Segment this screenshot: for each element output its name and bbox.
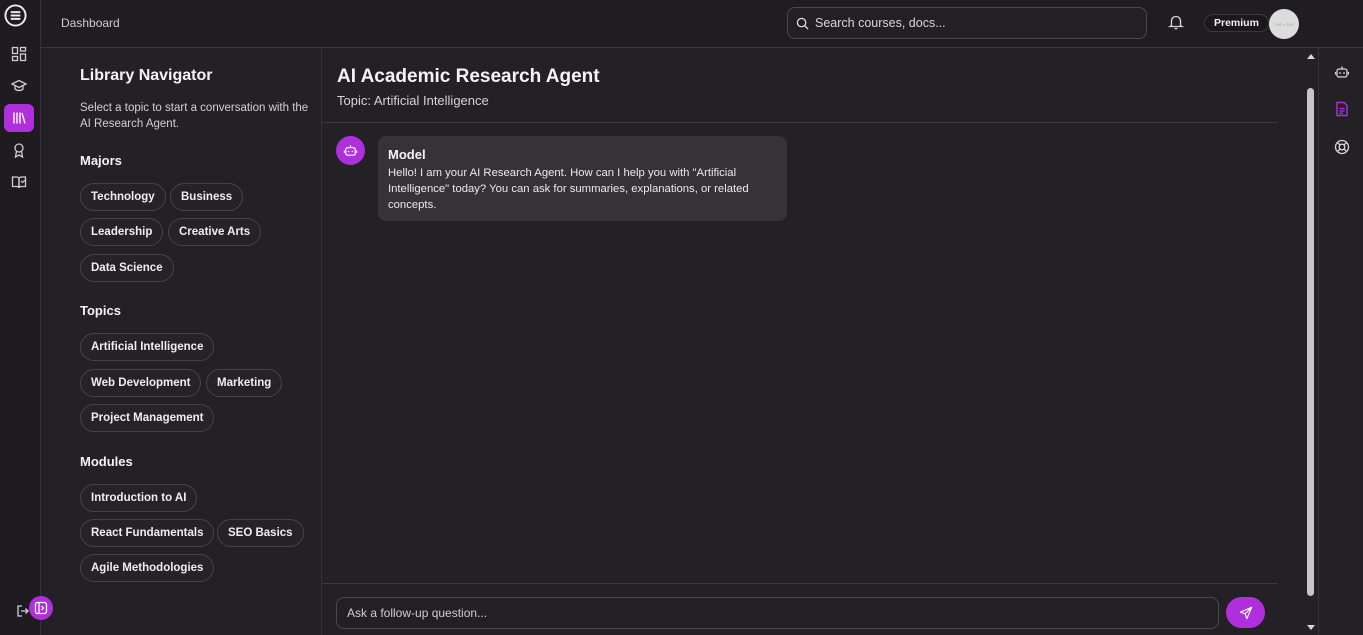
document-icon[interactable]	[1333, 100, 1351, 118]
chip-business[interactable]: Business	[170, 183, 244, 211]
rail-library-button[interactable]	[4, 104, 34, 132]
rail-achievements-button[interactable]	[4, 136, 34, 164]
section-title-majors: Majors	[80, 153, 122, 168]
breadcrumb[interactable]: Dashboard	[61, 16, 120, 30]
bot-icon	[343, 145, 358, 156]
follow-up-box[interactable]	[336, 597, 1219, 629]
help-lifebuoy-icon[interactable]	[1333, 138, 1351, 156]
rail-reading-button[interactable]	[4, 168, 34, 196]
bell-icon[interactable]	[1167, 13, 1185, 31]
menu-icon[interactable]	[4, 4, 27, 27]
navigator-title: Library Navigator	[80, 67, 213, 84]
avatar[interactable]: 100 × 100	[1269, 9, 1299, 39]
chip-introduction-to-ai[interactable]: Introduction to AI	[80, 484, 198, 512]
chip-agile-methodologies[interactable]: Agile Methodologies	[80, 554, 215, 582]
right-rail	[1318, 48, 1363, 635]
sidebar-toggle-icon	[34, 601, 48, 615]
chip-marketing[interactable]: Marketing	[206, 369, 283, 397]
award-icon	[14, 143, 24, 158]
app-root: Dashboard Premium 100 × 100 Library Navi…	[0, 0, 1363, 635]
search-icon	[796, 17, 809, 30]
bot-icon[interactable]	[1333, 63, 1351, 81]
chip-creative-arts[interactable]: Creative Arts	[168, 218, 262, 246]
bot-avatar	[336, 136, 365, 165]
model-message: Model Hello! I am your AI Research Agent…	[378, 136, 787, 221]
graduation-cap-icon	[11, 79, 27, 92]
send-icon	[1239, 606, 1252, 619]
logout-icon[interactable]	[16, 604, 30, 618]
chip-artificial-intelligence[interactable]: Artificial Intelligence	[80, 333, 215, 361]
section-title-modules: Modules	[80, 454, 133, 469]
top-header: Dashboard Premium 100 × 100	[41, 0, 1363, 48]
message-text: Hello! I am your AI Research Agent. How …	[388, 167, 749, 211]
chip-data-science[interactable]: Data Science	[80, 254, 174, 282]
chip-seo-basics[interactable]: SEO Basics	[217, 519, 304, 547]
library-icon	[13, 112, 26, 124]
chat-panel: AI Academic Research Agent Topic: Artifi…	[322, 48, 1304, 635]
collapse-sidebar-button[interactable]	[29, 596, 53, 620]
scroll-down-arrow[interactable]	[1307, 625, 1315, 630]
divider	[322, 122, 1278, 123]
chat-title: AI Academic Research Agent	[337, 66, 600, 87]
chip-project-management[interactable]: Project Management	[80, 404, 215, 432]
icon-rail	[0, 0, 41, 635]
search-box[interactable]	[787, 7, 1147, 39]
navigator-description: Select a topic to start a conversation w…	[80, 102, 309, 130]
message-sender: Model	[388, 147, 426, 162]
rail-courses-button[interactable]	[4, 72, 34, 100]
scroll-up-arrow[interactable]	[1307, 54, 1315, 59]
chip-web-development[interactable]: Web Development	[80, 369, 202, 397]
chip-technology[interactable]: Technology	[80, 183, 166, 211]
divider	[322, 583, 1278, 584]
send-button[interactable]	[1226, 597, 1265, 628]
section-title-topics: Topics	[80, 303, 121, 318]
chat-topic: Topic: Artificial Intelligence	[337, 93, 489, 108]
chip-leadership[interactable]: Leadership	[80, 218, 164, 246]
scroll-thumb[interactable]	[1307, 88, 1314, 596]
book-open-icon	[11, 176, 27, 189]
avatar-placeholder-text: 100 × 100	[1275, 21, 1293, 27]
chip-react-fundamentals[interactable]: React Fundamentals	[80, 519, 215, 547]
follow-up-input[interactable]	[347, 606, 1207, 620]
library-navigator: Library Navigator Select a topic to star…	[41, 48, 322, 635]
premium-badge: Premium	[1204, 14, 1269, 32]
search-input[interactable]	[815, 16, 1135, 30]
rail-dashboard-button[interactable]	[4, 40, 34, 68]
chat-scrollbar[interactable]	[1304, 48, 1316, 635]
dashboard-grid-icon	[11, 46, 27, 62]
